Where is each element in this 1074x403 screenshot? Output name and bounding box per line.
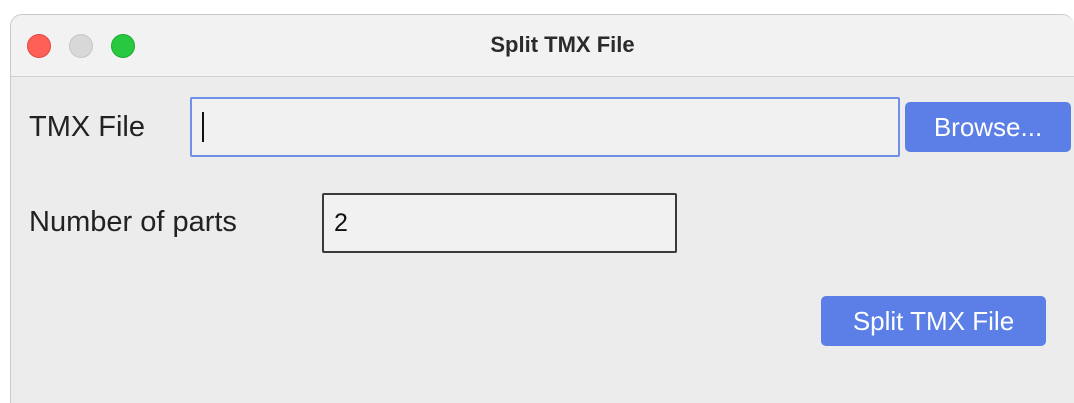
split-tmx-file-button[interactable]: Split TMX File [821,296,1046,346]
text-caret [202,112,204,142]
tmx-file-label: TMX File [29,111,145,143]
number-of-parts-value: 2 [334,208,348,237]
number-of-parts-label: Number of parts [29,206,237,238]
dialog-window: Split TMX File TMX File Browse... Number… [10,14,1074,403]
browse-button[interactable]: Browse... [905,102,1071,152]
window-title: Split TMX File [490,32,635,57]
number-of-parts-input[interactable]: 2 [322,193,677,253]
tmx-file-input[interactable] [190,97,900,157]
title-bar[interactable]: Split TMX File [11,15,1074,77]
